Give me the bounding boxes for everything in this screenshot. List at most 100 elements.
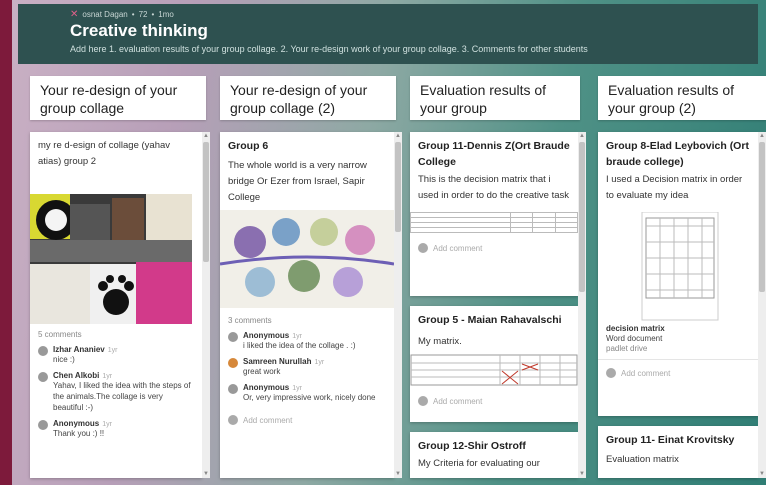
posted-time: 1mo xyxy=(158,10,174,19)
post-card[interactable]: Group 8-Elad Leybovich (Ort braude colle… xyxy=(598,132,758,416)
comments-count[interactable]: 5 comments xyxy=(38,330,194,339)
column-2-scrollbar[interactable]: ▲ ▼ xyxy=(394,132,402,478)
avatar xyxy=(38,420,48,430)
add-comment-label: Add comment xyxy=(433,243,483,253)
add-comment-button[interactable]: Add comment xyxy=(410,386,578,416)
scroll-down-icon[interactable]: ▼ xyxy=(202,470,210,478)
post-text: My Criteria for evaluating our xyxy=(418,458,540,469)
document-preview-image[interactable] xyxy=(598,212,758,322)
column-header-3[interactable]: Evaluation results of your group xyxy=(410,76,580,120)
comment-author[interactable]: Anonymous xyxy=(243,383,289,392)
add-comment-button[interactable]: Add comment xyxy=(228,415,386,425)
add-comment-button[interactable]: Add comment xyxy=(598,364,758,382)
padlet-window: ✕ osnat Dagan • 72 • 1mo Creative thinki… xyxy=(0,0,766,485)
board-title: Creative thinking xyxy=(70,21,208,40)
post-card[interactable]: my re d-esign of collage (yahav atias) g… xyxy=(30,132,202,478)
separator-dot: • xyxy=(151,10,155,19)
post-text: My matrix. xyxy=(418,336,462,347)
avatar xyxy=(228,332,238,342)
scroll-down-icon[interactable]: ▼ xyxy=(758,470,766,478)
column-header-1[interactable]: Your re-design of your group collage xyxy=(30,76,206,120)
scroll-up-icon[interactable]: ▲ xyxy=(758,132,766,140)
board-description: Add here 1. evaluation results of your g… xyxy=(70,44,588,54)
avatar xyxy=(38,346,48,356)
post-card[interactable]: Group 11-Dennis Z(Ort Braude College Thi… xyxy=(410,132,578,296)
padlet-board: ✕ osnat Dagan • 72 • 1mo Creative thinki… xyxy=(12,0,766,485)
add-comment-label: Add comment xyxy=(243,415,293,425)
separator-dot: • xyxy=(131,10,135,19)
scroll-down-icon[interactable]: ▼ xyxy=(394,470,402,478)
post-card[interactable]: Group 11- Einat Krovitsky Evaluation mat… xyxy=(598,426,758,478)
scroll-thumb[interactable] xyxy=(579,142,585,292)
comment-text: Yahav, I liked the idea with the steps o… xyxy=(53,381,191,412)
comment-text: great work xyxy=(243,367,281,376)
attachment-title[interactable]: decision matrix xyxy=(606,324,750,333)
attachment-type: Word document xyxy=(606,334,663,343)
post-text: my re d-esign of collage (yahav atias) g… xyxy=(38,140,171,167)
post-title: Group 8-Elad Leybovich (Ort braude colle… xyxy=(606,140,749,168)
post-title: Group 6 xyxy=(228,140,269,152)
comment-time: 1yr xyxy=(107,347,118,354)
post-card[interactable]: Group 12-Shir Ostroff My Criteria for ev… xyxy=(410,432,578,478)
scroll-up-icon[interactable]: ▲ xyxy=(578,132,586,140)
column-header-4[interactable]: Evaluation results of your group (2) xyxy=(598,76,766,120)
comment-time: 1yr xyxy=(292,333,302,340)
comment-author[interactable]: Izhar Ananiev xyxy=(53,345,105,354)
column-1-scrollbar[interactable]: ▲ ▼ xyxy=(202,132,210,478)
author-name[interactable]: osnat Dagan xyxy=(82,10,127,19)
add-comment-button[interactable]: Add comment xyxy=(410,233,578,263)
comment-text: Thank you :) !! xyxy=(53,429,105,438)
post-card[interactable]: Group 6 The whole world is a very narrow… xyxy=(220,132,394,478)
attachment-source: padlet drive xyxy=(606,344,648,353)
comment: Anonymous 1yr i liked the idea of the col… xyxy=(228,331,386,351)
comment-text: nice :) xyxy=(53,355,75,364)
comment-icon xyxy=(418,243,428,253)
scroll-up-icon[interactable]: ▲ xyxy=(394,132,402,140)
author-icon: ✕ xyxy=(70,9,79,20)
comment-time: 1yr xyxy=(292,385,302,392)
post-title: Group 5 - Maian Rahavalschi xyxy=(418,314,562,326)
comment-author[interactable]: Anonymous xyxy=(53,419,99,428)
left-edge-bar xyxy=(0,0,12,485)
board-header: ✕ osnat Dagan • 72 • 1mo Creative thinki… xyxy=(18,4,758,64)
comment: Anonymous 1yr Thank you :) !! xyxy=(38,419,194,439)
avatar xyxy=(228,358,238,368)
post-title: Group 12-Shir Ostroff xyxy=(418,440,526,452)
decision-matrix-image[interactable] xyxy=(410,212,578,233)
post-title: Group 11-Dennis Z(Ort Braude College xyxy=(418,140,570,168)
column-header-2[interactable]: Your re-design of your group collage (2) xyxy=(220,76,396,120)
comment: Chen Alkobi 1yr Yahav, I liked the idea w… xyxy=(38,371,194,413)
comment: Anonymous 1yr Or, very impressive work, n… xyxy=(228,383,386,403)
comment-text: Or, very impressive work, nicely done xyxy=(243,393,376,402)
comment-icon xyxy=(606,368,616,378)
comments-count[interactable]: 3 comments xyxy=(228,316,386,325)
matrix-image[interactable] xyxy=(410,354,578,386)
scroll-thumb[interactable] xyxy=(759,142,765,292)
divider xyxy=(598,359,758,360)
post-text: I used a Decision matrix in order to eva… xyxy=(606,174,743,201)
scroll-thumb[interactable] xyxy=(203,142,209,262)
avatar xyxy=(38,372,48,382)
avatar xyxy=(228,384,238,394)
comment-time: 1yr xyxy=(102,373,113,380)
comment-icon xyxy=(228,415,238,425)
comment-icon xyxy=(418,396,428,406)
add-comment-label: Add comment xyxy=(433,396,483,406)
collage-image[interactable] xyxy=(30,194,192,324)
column-3-scrollbar[interactable]: ▲ ▼ xyxy=(578,132,586,478)
comment-author[interactable]: Samreen Nurullah xyxy=(243,357,311,366)
comment-text: i liked the idea of the collage . :) xyxy=(243,341,356,350)
post-text: This is the decision matrix that i used … xyxy=(418,174,570,201)
post-text: The whole world is a very narrow bridge … xyxy=(228,160,367,203)
scroll-down-icon[interactable]: ▼ xyxy=(578,470,586,478)
post-card[interactable]: Group 5 - Maian Rahavalschi My matrix. A… xyxy=(410,306,578,422)
comment-author[interactable]: Anonymous xyxy=(243,331,289,340)
add-comment-label: Add comment xyxy=(621,368,671,378)
comment-author[interactable]: Chen Alkobi xyxy=(53,371,99,380)
column-4-scrollbar[interactable]: ▲ ▼ xyxy=(758,132,766,478)
post-title: Group 11- Einat Krovitsky xyxy=(606,434,735,446)
karma-count: 72 xyxy=(138,10,148,19)
scroll-up-icon[interactable]: ▲ xyxy=(202,132,210,140)
collage-image[interactable] xyxy=(220,210,394,308)
scroll-thumb[interactable] xyxy=(395,142,401,232)
